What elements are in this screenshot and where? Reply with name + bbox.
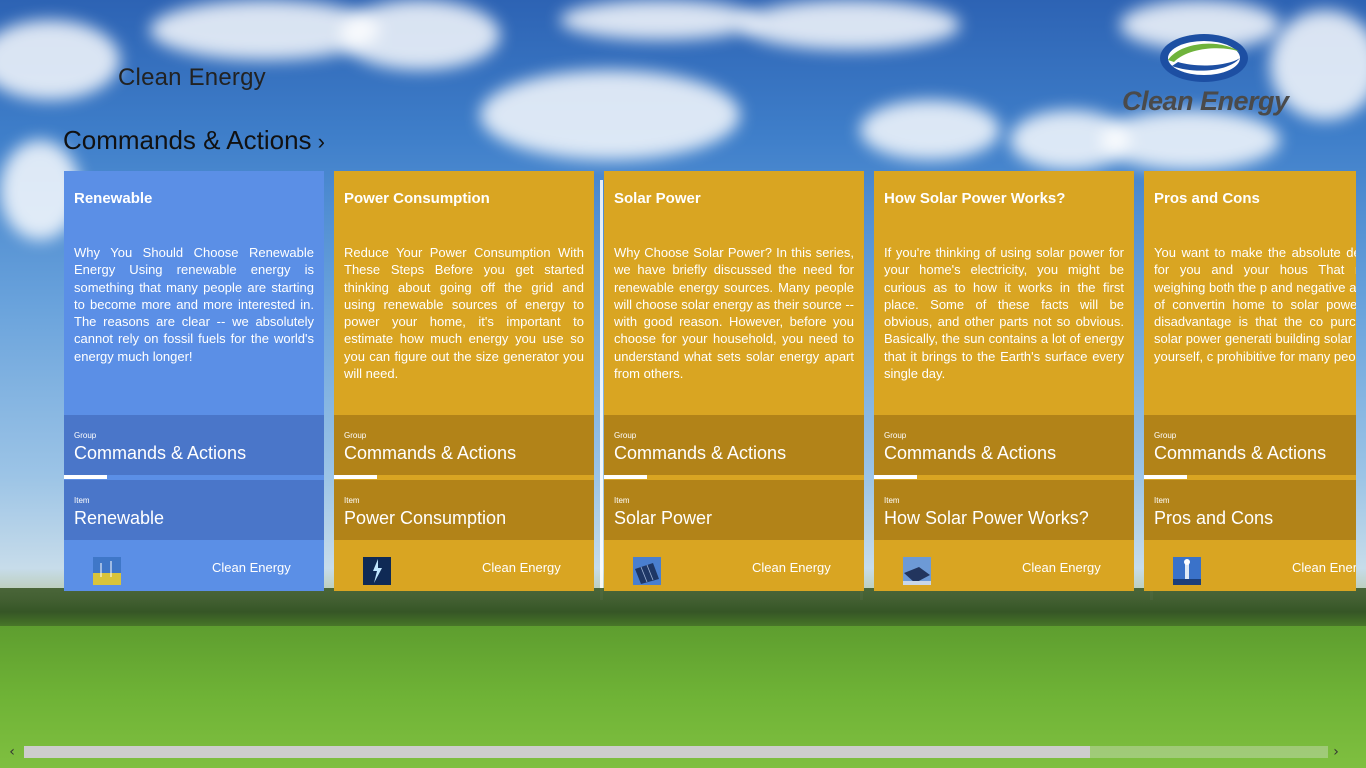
hedge-row [0, 588, 1366, 628]
item-value: Pros and Cons [1154, 508, 1274, 528]
group-value: Commands & Actions [74, 443, 247, 463]
group-value: Commands & Actions [344, 443, 517, 463]
card-description: Why Choose Solar Power? In this series, … [614, 245, 854, 382]
card-group-section: Group Commands & Actions [334, 415, 594, 475]
source-label: Clean Energy [752, 560, 831, 575]
card-group-section: Group Commands & Actions [874, 415, 1134, 475]
card-description: Why You Should Choose Renewable Energy U… [74, 245, 314, 364]
lightning-thumbnail-icon [363, 557, 391, 585]
wind-farm-thumbnail-icon [93, 557, 121, 585]
progress-indicator [1144, 475, 1187, 479]
source-label: Clean Energy [1022, 560, 1101, 575]
card-footer: Clean Energy [64, 540, 324, 591]
card-group-section: Group Commands & Actions [604, 415, 864, 475]
app-title: Clean Energy [118, 64, 266, 91]
card-content: Power Consumption Reduce Your Power Cons… [334, 171, 594, 415]
scroll-thumb[interactable] [24, 746, 1090, 758]
card-title: How Solar Power Works? [884, 190, 1066, 207]
card-group-section: Group Commands & Actions [1144, 415, 1356, 475]
horizontal-scrollbar[interactable]: ‹ › [0, 742, 1366, 762]
card-description: If you're thinking of using solar power … [884, 245, 1124, 382]
card-content: Solar Power Why Choose Solar Power? In t… [604, 171, 864, 415]
item-card-pros-and-cons[interactable]: Pros and Cons You want to make the absol… [1144, 171, 1356, 591]
card-item-section: Item How Solar Power Works? [874, 480, 1134, 540]
chevron-right-icon: › [317, 129, 325, 154]
section-title: Commands & Actions [63, 125, 312, 155]
item-card-power-consumption[interactable]: Power Consumption Reduce Your Power Cons… [334, 171, 594, 591]
scroll-right-button[interactable]: › [1328, 742, 1344, 762]
section-header-link[interactable]: Commands & Actions › [63, 125, 325, 156]
item-label: Item [1154, 496, 1170, 505]
card-title: Renewable [74, 190, 153, 207]
group-value: Commands & Actions [884, 443, 1057, 463]
solar-panel-thumbnail-icon [633, 557, 661, 585]
item-label: Item [74, 496, 90, 505]
source-label: Clean Ener [1292, 560, 1356, 575]
group-label: Group [344, 431, 367, 440]
tower-thumbnail-icon [1173, 557, 1201, 585]
group-label: Group [74, 431, 97, 440]
logo-text: Clean Energy [1122, 86, 1289, 116]
card-footer: Clean Energy [334, 540, 594, 591]
source-label: Clean Energy [212, 560, 291, 575]
item-card-how-solar-power-works[interactable]: How Solar Power Works? If you're thinkin… [874, 171, 1134, 591]
item-label: Item [884, 496, 900, 505]
card-item-section: Item Solar Power [604, 480, 864, 540]
item-card-solar-power[interactable]: Solar Power Why Choose Solar Power? In t… [604, 171, 864, 591]
scroll-left-button[interactable]: ‹ [4, 742, 20, 762]
card-title: Solar Power [614, 190, 701, 207]
solar-array-thumbnail-icon [903, 557, 931, 585]
card-content: Renewable Why You Should Choose Renewabl… [64, 171, 324, 415]
progress-indicator [64, 475, 107, 479]
item-value: Solar Power [614, 508, 713, 528]
card-title: Power Consumption [344, 190, 490, 207]
card-footer: Clean Energy [874, 540, 1134, 591]
group-value: Commands & Actions [1154, 443, 1327, 463]
scroll-track[interactable] [24, 746, 1328, 758]
card-footer: Clean Energy [604, 540, 864, 591]
group-label: Group [884, 431, 907, 440]
card-item-section: Item Power Consumption [334, 480, 594, 540]
card-item-section: Item Pros and Cons [1144, 480, 1356, 540]
item-label: Item [344, 496, 360, 505]
card-footer: Clean Ener [1144, 540, 1356, 591]
card-item-section: Item Renewable [64, 480, 324, 540]
card-group-section: Group Commands & Actions [64, 415, 324, 475]
card-description: You want to make the absolute decision f… [1154, 245, 1356, 364]
item-value: Renewable [74, 508, 165, 528]
group-label: Group [1154, 431, 1177, 440]
progress-indicator [334, 475, 377, 479]
card-title: Pros and Cons [1154, 190, 1260, 207]
progress-indicator [604, 475, 647, 479]
card-content: Pros and Cons You want to make the absol… [1144, 171, 1356, 415]
item-value: How Solar Power Works? [884, 508, 1089, 528]
group-label: Group [614, 431, 637, 440]
group-value: Commands & Actions [614, 443, 787, 463]
source-label: Clean Energy [482, 560, 561, 575]
item-label: Item [614, 496, 630, 505]
item-value: Power Consumption [344, 508, 507, 528]
card-description: Reduce Your Power Consumption With These… [344, 245, 584, 382]
progress-indicator [874, 475, 917, 479]
items-grid: Renewable Why You Should Choose Renewabl… [64, 171, 1356, 591]
card-content: How Solar Power Works? If you're thinkin… [874, 171, 1134, 415]
item-card-renewable[interactable]: Renewable Why You Should Choose Renewabl… [64, 171, 324, 591]
